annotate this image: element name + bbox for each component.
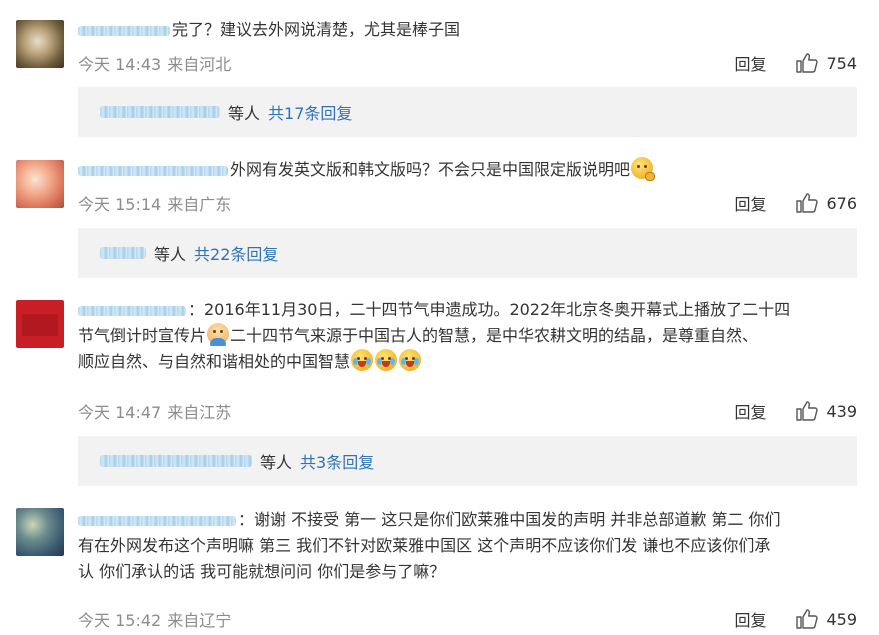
timestamp: 今天 14:47 bbox=[78, 403, 162, 422]
crying-emoji-icon bbox=[399, 349, 422, 371]
like-button[interactable]: 754 bbox=[796, 53, 857, 73]
like-count: 439 bbox=[826, 401, 857, 421]
avatar[interactable] bbox=[16, 508, 64, 556]
reply-summary: 等人 共3条回复 bbox=[78, 436, 857, 486]
username-blurred[interactable] bbox=[78, 515, 236, 526]
like-count: 459 bbox=[826, 609, 857, 629]
crying-emoji-icon bbox=[351, 349, 374, 371]
reply-button[interactable]: 回复 bbox=[734, 51, 766, 75]
username-blurred[interactable] bbox=[78, 165, 228, 176]
thumbs-up-icon bbox=[796, 401, 819, 421]
timestamp: 今天 15:42 bbox=[78, 611, 162, 630]
comment-meta: 今天 14:47 来自江苏 bbox=[78, 399, 237, 423]
comment-actions: 回复 459 bbox=[734, 607, 857, 631]
like-count: 676 bbox=[826, 193, 857, 213]
username-blurred[interactable] bbox=[78, 305, 186, 316]
comment-text: 完了？建议去外网说清楚，尤其是棒子国 bbox=[172, 20, 461, 39]
reply-summary: 等人 共22条回复 bbox=[78, 228, 857, 278]
reply-etc: 等人 bbox=[154, 245, 187, 264]
comment-actions: 回复 676 bbox=[734, 191, 857, 215]
like-count: 754 bbox=[826, 53, 857, 73]
location: 来自广东 bbox=[167, 195, 232, 214]
comment-body: ：谢谢 不接受 第一 这只是你们欧莱雅中国发的声明 并非总部道歉 第二 你们 有… bbox=[78, 507, 851, 585]
like-button[interactable]: 459 bbox=[796, 609, 857, 629]
comment-meta: 今天 15:42 来自辽宁 bbox=[78, 607, 237, 631]
reply-username-blurred[interactable] bbox=[100, 247, 146, 259]
comment-text-line2a: 节气倒计时宣传片 bbox=[78, 326, 207, 345]
comment-text-line1: ：谢谢 不接受 第一 这只是你们欧莱雅中国发的声明 并非总部道歉 第二 你们 bbox=[238, 510, 781, 529]
comment-text: 外网有发英文版和韩文版吗？不会只是中国限定版说明吧 bbox=[230, 160, 631, 179]
comment-text-line2b: 二十四节气来源于中国古人的智慧，是中华农耕文明的结晶，是尊重自然、 bbox=[230, 326, 759, 345]
avatar[interactable] bbox=[16, 20, 64, 68]
crying-emoji-icon bbox=[375, 349, 398, 371]
comment-meta: 今天 14:43 来自河北 bbox=[78, 51, 237, 75]
reply-etc: 等人 bbox=[228, 104, 261, 123]
location: 来自江苏 bbox=[167, 403, 232, 422]
like-button[interactable]: 439 bbox=[796, 401, 857, 421]
comment-body: ：2016年11月30日，二十四节气申遗成功。2022年北京冬奥开幕式上播放了二… bbox=[78, 297, 851, 375]
reply-button[interactable]: 回复 bbox=[734, 191, 766, 215]
comment-body: 完了？建议去外网说清楚，尤其是棒子国 bbox=[78, 17, 851, 43]
reply-button[interactable]: 回复 bbox=[734, 607, 766, 631]
reply-etc: 等人 bbox=[260, 453, 293, 472]
like-button[interactable]: 676 bbox=[796, 193, 857, 213]
comment-actions: 回复 754 bbox=[734, 51, 857, 75]
comment-text-line3: 认 你们承认的话 我可能就想问问 你们是参与了嘛？ bbox=[78, 562, 446, 581]
thinking-emoji-icon bbox=[631, 157, 656, 181]
reply-username-blurred[interactable] bbox=[100, 106, 220, 118]
avatar[interactable] bbox=[16, 160, 64, 208]
comment-text-line1: ：2016年11月30日，二十四节气申遗成功。2022年北京冬奥开幕式上播放了二… bbox=[188, 300, 791, 319]
view-replies-link[interactable]: 共17条回复 bbox=[268, 100, 352, 124]
comment-text-line2: 有在外网发布这个声明嘛 第三 我们不针对欧莱雅中国区 这个声明不应该你们发 谦也… bbox=[78, 536, 771, 555]
username-blurred[interactable] bbox=[78, 25, 170, 36]
reply-username-blurred[interactable] bbox=[100, 455, 252, 467]
timestamp: 今天 14:43 bbox=[78, 55, 162, 74]
comment-actions: 回复 439 bbox=[734, 399, 857, 423]
comment-meta: 今天 15:14 来自广东 bbox=[78, 191, 237, 215]
timestamp: 今天 15:14 bbox=[78, 195, 162, 214]
location: 来自河北 bbox=[167, 55, 232, 74]
comment-text-line3: 顺应自然、与自然和谐相处的中国智慧 bbox=[78, 352, 351, 371]
thumbs-up-icon bbox=[796, 609, 819, 629]
location: 来自辽宁 bbox=[167, 611, 232, 630]
reply-summary: 等人 共17条回复 bbox=[78, 87, 857, 137]
comment-body: 外网有发英文版和韩文版吗？不会只是中国限定版说明吧 bbox=[78, 157, 851, 183]
person-emoji-icon bbox=[207, 323, 230, 346]
avatar[interactable] bbox=[16, 300, 64, 348]
thumbs-up-icon bbox=[796, 193, 819, 213]
reply-button[interactable]: 回复 bbox=[734, 399, 766, 423]
view-replies-link[interactable]: 共22条回复 bbox=[194, 241, 278, 265]
thumbs-up-icon bbox=[796, 53, 819, 73]
view-replies-link[interactable]: 共3条回复 bbox=[300, 449, 374, 473]
